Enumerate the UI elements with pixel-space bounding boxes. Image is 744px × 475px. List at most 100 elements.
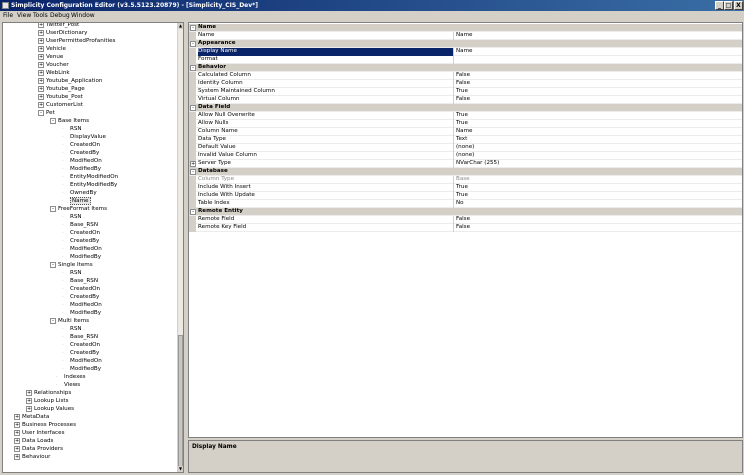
property-value[interactable]: False xyxy=(456,224,736,232)
property-row[interactable]: Table Index No xyxy=(189,200,742,208)
property-value[interactable]: NVarChar (255) xyxy=(456,160,736,168)
tree-item[interactable]: + UserPermittedProfanities xyxy=(38,37,115,45)
tree-item[interactable]: · EntityModifiedBy xyxy=(62,181,117,189)
expand-icon[interactable]: + xyxy=(14,446,20,452)
expand-icon[interactable]: + xyxy=(38,38,44,44)
expand-icon[interactable]: + xyxy=(38,30,44,36)
scroll-down-arrow-icon[interactable]: ▼ xyxy=(178,466,183,472)
property-value[interactable]: False xyxy=(456,96,736,104)
property-row[interactable]: Allow Nulls True xyxy=(189,120,742,128)
tree-item[interactable]: · RSN xyxy=(62,125,82,133)
collapse-icon[interactable]: - xyxy=(190,41,196,47)
property-value[interactable]: True xyxy=(456,184,736,192)
menu-view[interactable]: View xyxy=(17,12,31,19)
expand-icon[interactable]: + xyxy=(38,46,44,52)
expand-icon[interactable]: + xyxy=(38,62,44,68)
property-grid[interactable]: - Name Name Name - Appearance Display Name Name… xyxy=(188,22,743,438)
property-value[interactable]: True xyxy=(456,120,736,128)
tree-item[interactable]: · CreatedOn xyxy=(62,341,100,349)
collapse-icon[interactable]: - xyxy=(190,25,196,31)
expand-icon[interactable]: + xyxy=(38,70,44,76)
expand-icon[interactable]: + xyxy=(38,102,44,108)
property-value[interactable]: Base xyxy=(456,176,736,184)
tree-item[interactable]: · Indexes xyxy=(56,373,86,381)
property-category[interactable]: - Appearance xyxy=(189,40,742,48)
property-row[interactable]: Include With Insert True xyxy=(189,184,742,192)
property-value[interactable]: False xyxy=(456,216,736,224)
property-row[interactable]: Column Type Base xyxy=(189,176,742,184)
tree-item[interactable]: + Twitter_Post xyxy=(38,23,79,29)
property-category[interactable]: - Data Field xyxy=(189,104,742,112)
tree-item[interactable]: · Name xyxy=(62,197,91,205)
property-value[interactable]: Text xyxy=(456,136,736,144)
tree-item[interactable]: - Single Items xyxy=(50,261,93,269)
menu-debug[interactable]: Debug xyxy=(50,12,70,19)
tree-item[interactable]: · ModifiedBy xyxy=(62,253,101,261)
tree-item[interactable]: · Base_RSN xyxy=(62,221,98,229)
tree-item[interactable]: + Behaviour xyxy=(14,453,50,461)
tree-item[interactable]: · ModifiedOn xyxy=(62,157,102,165)
tree-item[interactable]: · ModifiedOn xyxy=(62,357,102,365)
maximize-button[interactable]: □ xyxy=(724,1,733,10)
tree-item[interactable]: + CustomerList xyxy=(38,101,83,109)
tree-item[interactable]: + User Interfaces xyxy=(14,429,65,437)
expand-icon[interactable]: + xyxy=(14,438,20,444)
property-row[interactable]: Virtual Column False xyxy=(189,96,742,104)
tree-item[interactable]: · RSN xyxy=(62,213,82,221)
tree-item[interactable]: · ModifiedBy xyxy=(62,309,101,317)
property-category[interactable]: - Behavior xyxy=(189,64,742,72)
property-value[interactable]: (none) xyxy=(456,144,736,152)
expand-icon[interactable]: + xyxy=(14,414,20,420)
minimize-button[interactable]: _ xyxy=(715,1,724,10)
menu-file[interactable]: File xyxy=(3,12,13,19)
tree-item[interactable]: + Business Processes xyxy=(14,421,76,429)
collapse-icon[interactable]: - xyxy=(190,169,196,175)
property-row[interactable]: Remote Key Field False xyxy=(189,224,742,232)
property-value[interactable] xyxy=(456,56,736,64)
collapse-icon[interactable]: - xyxy=(50,318,56,324)
expand-icon[interactable]: + xyxy=(14,422,20,428)
tree-item[interactable]: + Voucher xyxy=(38,61,69,69)
tree-item[interactable]: · ModifiedBy xyxy=(62,165,101,173)
expand-icon[interactable]: + xyxy=(26,390,32,396)
property-row[interactable]: System Maintained Column True xyxy=(189,88,742,96)
expand-icon[interactable]: + xyxy=(38,54,44,60)
tree-item[interactable]: · RSN xyxy=(62,325,82,333)
tree-item[interactable]: · Base_RSN xyxy=(62,277,98,285)
close-button[interactable]: X xyxy=(734,1,743,10)
property-row[interactable]: Data Type Text xyxy=(189,136,742,144)
tree-item[interactable]: · ModifiedOn xyxy=(62,245,102,253)
expand-icon[interactable]: + xyxy=(38,94,44,100)
property-row[interactable]: Name Name xyxy=(189,32,742,40)
property-category[interactable]: - Database xyxy=(189,168,742,176)
tree-item[interactable]: · Base_RSN xyxy=(62,333,98,341)
property-value[interactable]: True xyxy=(456,192,736,200)
property-value[interactable]: (none) xyxy=(456,152,736,160)
tree-item[interactable]: + Venue xyxy=(38,53,63,61)
property-value[interactable]: No xyxy=(456,200,736,208)
tree-item[interactable]: + Data Providers xyxy=(14,445,63,453)
property-row[interactable]: + Server Type NVarChar (255) xyxy=(189,160,742,168)
tree-item[interactable]: · ModifiedBy xyxy=(62,365,101,373)
expand-icon[interactable]: + xyxy=(14,430,20,436)
property-value[interactable]: False xyxy=(456,72,736,80)
tree-item[interactable]: - Multi Items xyxy=(50,317,89,325)
property-row[interactable]: Invalid Value Column (none) xyxy=(189,152,742,160)
tree-item[interactable]: + Data Loads xyxy=(14,437,53,445)
tree-item[interactable]: + Youtube_Post xyxy=(38,93,83,101)
property-value[interactable]: Name xyxy=(456,128,736,136)
property-row[interactable]: Remote Field False xyxy=(189,216,742,224)
tree-item[interactable]: - Base Items xyxy=(50,117,89,125)
property-row[interactable]: Default Value (none) xyxy=(189,144,742,152)
property-row[interactable]: Column Name Name xyxy=(189,128,742,136)
property-value[interactable]: True xyxy=(456,88,736,96)
expand-icon[interactable]: + xyxy=(190,161,196,167)
tree-scrollbar[interactable]: ▲ ▼ xyxy=(177,23,183,472)
tree-item[interactable]: · Views xyxy=(56,381,80,389)
property-value[interactable]: False xyxy=(456,80,736,88)
tree-item[interactable]: + Youtube_Application xyxy=(38,77,102,85)
tree-item[interactable]: - Pet xyxy=(38,109,55,117)
collapse-icon[interactable]: - xyxy=(50,262,56,268)
tree-item[interactable]: · CreatedBy xyxy=(62,293,99,301)
collapse-icon[interactable]: - xyxy=(50,118,56,124)
